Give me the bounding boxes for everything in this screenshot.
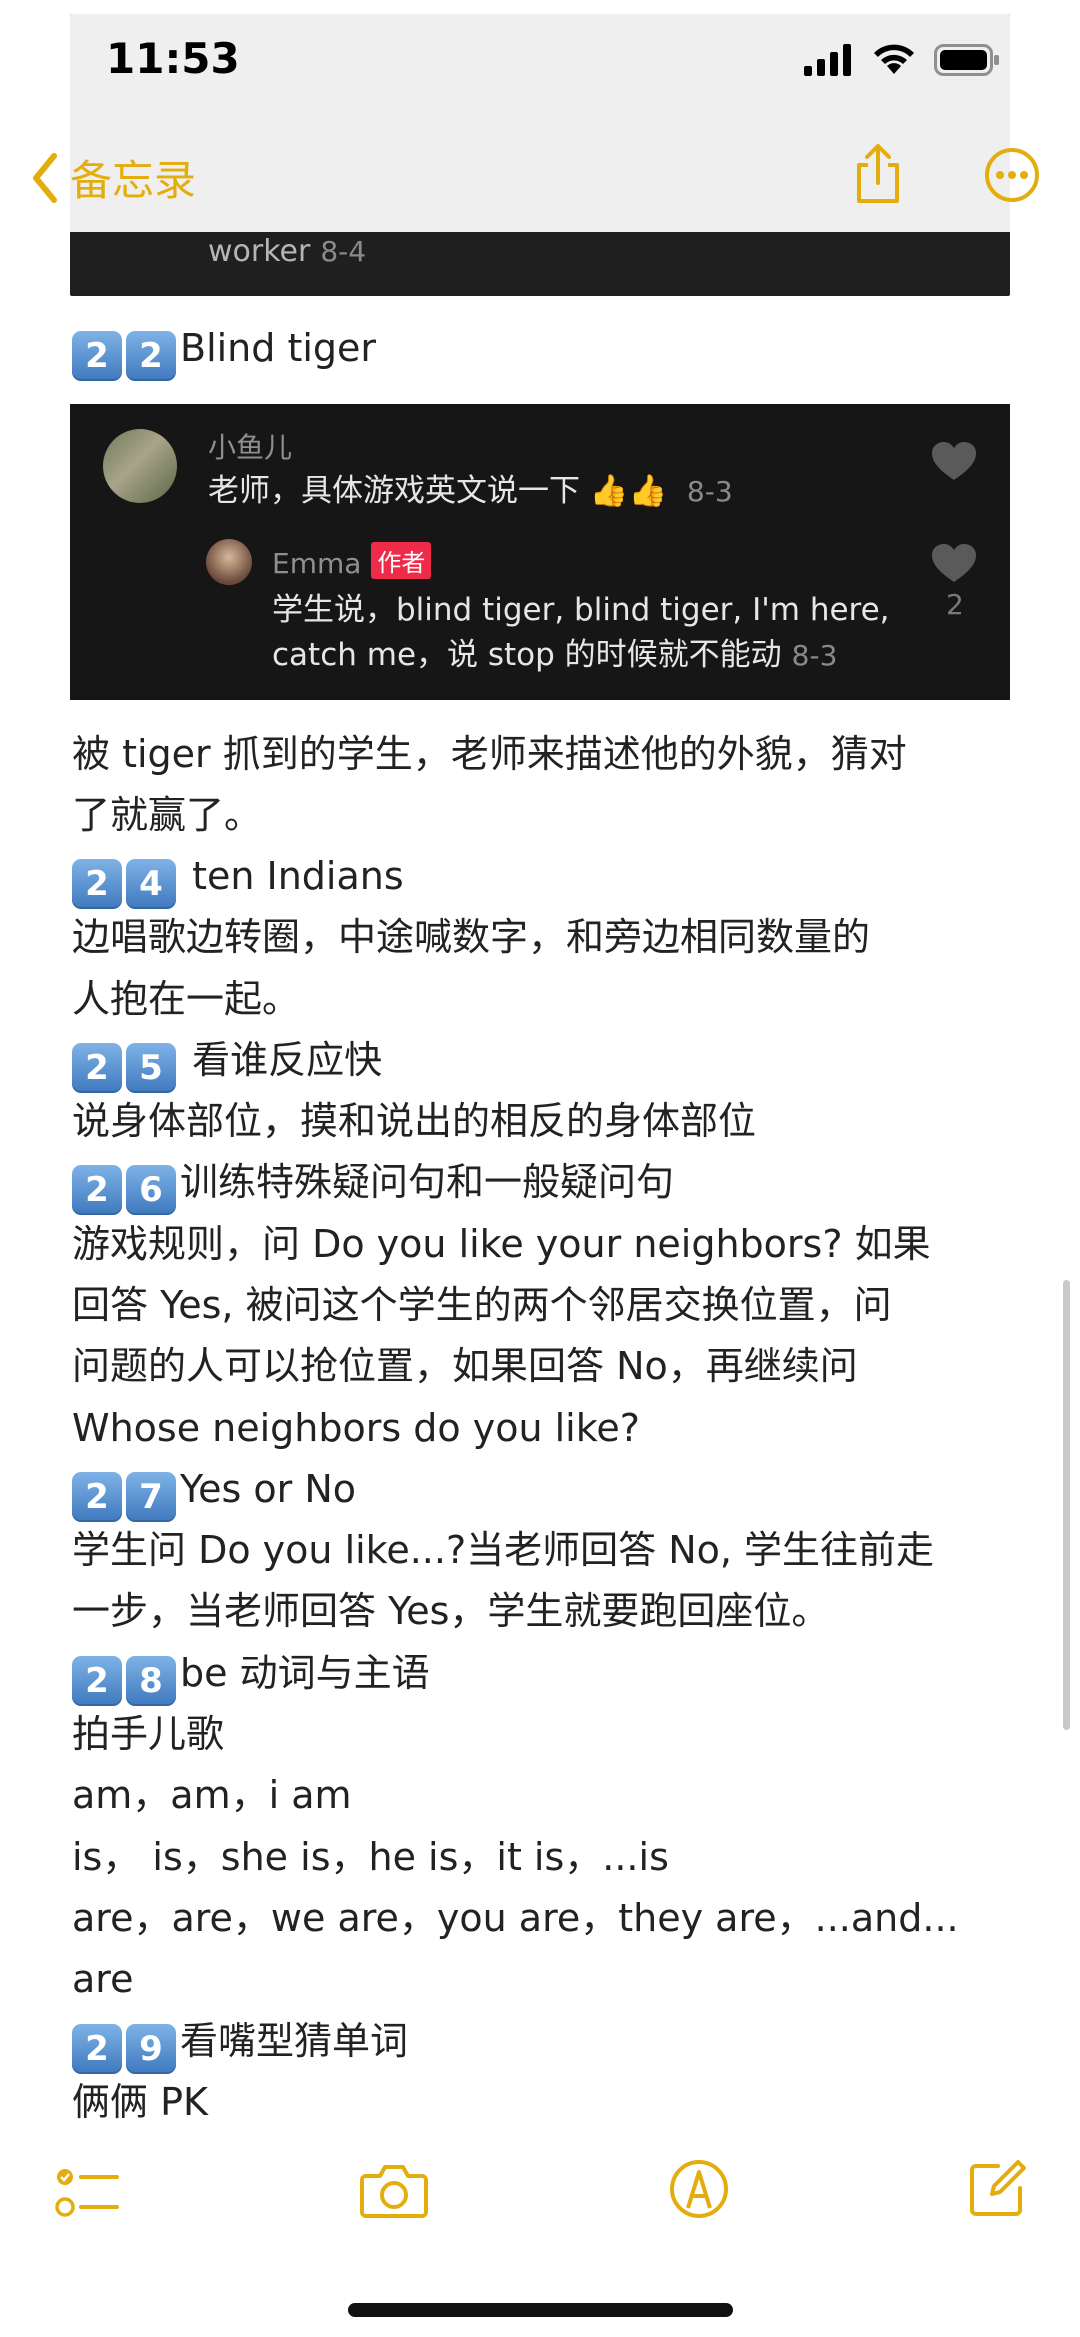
paragraph: 俩俩 PK	[72, 2080, 208, 2124]
paragraph: 回答 Yes, 被问这个学生的两个邻居交换位置，问	[72, 1283, 892, 1327]
heading-26: 2 6 训练特殊疑问句和一般疑问句	[72, 1152, 674, 1215]
heading-text: Blind tiger	[180, 326, 377, 370]
paragraph: 边唱歌边转圈，中途喊数字，和旁边相同数量的	[72, 915, 871, 959]
comment-body: 老师，具体游戏英文说一下	[208, 473, 580, 509]
heart-icon[interactable]	[932, 442, 976, 482]
reply-author-name: Emma	[272, 547, 362, 580]
camera-icon[interactable]	[360, 2162, 428, 2218]
paragraph: 被 tiger 抓到的学生，老师来描述他的外貌，猜对	[72, 732, 907, 776]
status-icons	[804, 44, 1000, 76]
number-badge: 4	[126, 859, 176, 909]
home-indicator[interactable]	[348, 2303, 733, 2317]
heading-28: 2 8 be 动词与主语	[72, 1643, 430, 1706]
heading-22: 2 2 Blind tiger	[72, 318, 376, 381]
chevron-left-icon	[33, 152, 57, 203]
clipped-comment-date: 8-4	[320, 235, 367, 268]
number-badge: 9	[126, 2024, 176, 2074]
share-button[interactable]	[851, 143, 905, 209]
number-badge: 2	[126, 331, 176, 381]
avatar	[103, 429, 177, 503]
heading-25: 25 看谁反应快	[72, 1030, 382, 1093]
markup-icon[interactable]	[668, 2158, 730, 2220]
signal-icon	[804, 44, 851, 76]
heading-text: 看嘴型猜单词	[180, 2019, 409, 2063]
number-badge: 2	[72, 2024, 122, 2074]
paragraph: are，are，we are，you are，they are，...and..…	[72, 1896, 959, 1940]
wifi-icon	[874, 44, 914, 74]
clipped-comment-text: worker 8-4	[208, 234, 366, 269]
battery-icon	[934, 44, 999, 76]
heading-text: Yes or No	[180, 1467, 357, 1511]
paragraph: 了就赢了。	[72, 793, 263, 837]
heading-text: ten Indians	[180, 854, 404, 898]
heading-24: 24 ten Indians	[72, 846, 404, 909]
paragraph: Whose neighbors do you like?	[72, 1406, 640, 1450]
navigation-bar: 备忘录	[0, 125, 1080, 225]
paragraph: 拍手儿歌	[72, 1712, 225, 1756]
number-badge: 2	[72, 859, 122, 909]
number-badge: 2	[72, 1656, 122, 1706]
compose-icon[interactable]	[968, 2158, 1028, 2218]
paragraph: am，am，i am	[72, 1773, 352, 1817]
heart-icon[interactable]	[932, 544, 976, 584]
paragraph: 学生问 Do you like...?当老师回答 No, 学生往前走	[72, 1528, 935, 1572]
number-badge: 7	[126, 1472, 176, 1522]
reply-line-2: catch me，说 stop 的时候就不能动 8-3	[272, 632, 837, 679]
reply-author: Emma 作者	[272, 542, 432, 580]
more-icon	[985, 148, 1039, 202]
more-button[interactable]	[984, 147, 1040, 207]
heading-text: 训练特殊疑问句和一般疑问句	[180, 1160, 675, 1204]
paragraph: are	[72, 1957, 134, 2001]
number-badge: 2	[72, 1165, 122, 1215]
status-time: 11:53	[106, 34, 240, 83]
number-badge: 2	[72, 1472, 122, 1522]
heading-text: be 动词与主语	[180, 1651, 430, 1695]
paragraph: is， is，she is，he is，it is，...is	[72, 1835, 669, 1879]
heading-text: 看谁反应快	[180, 1038, 383, 1082]
author-tag: 作者	[371, 542, 432, 579]
comment-date: 8-3	[686, 475, 733, 508]
paragraph: 游戏规则，问 Do you like your neighbors? 如果	[72, 1222, 931, 1266]
heading-29: 2 9 看嘴型猜单词	[72, 2011, 408, 2074]
like-count: 2	[946, 588, 964, 621]
number-badge: 5	[126, 1043, 176, 1093]
comment-text: 老师，具体游戏英文说一下 👍👍 8-3	[208, 468, 733, 515]
back-button[interactable]: 备忘录	[30, 147, 196, 208]
number-badge: 2	[72, 331, 122, 381]
bottom-toolbar	[0, 2140, 1080, 2270]
number-badge: 6	[126, 1165, 176, 1215]
clipped-comment-word: worker	[208, 234, 311, 269]
reply-line-1: 学生说，blind tiger, blind tiger, I'm here,	[272, 592, 890, 628]
number-badge: 8	[126, 1656, 176, 1706]
checklist-icon[interactable]	[55, 2163, 119, 2223]
avatar	[206, 539, 252, 585]
paragraph: 人抱在一起。	[72, 977, 301, 1021]
paragraph: 问题的人可以抢位置，如果回答 No，再继续问	[72, 1344, 858, 1388]
heading-27: 2 7 Yes or No	[72, 1459, 356, 1522]
number-badge: 2	[72, 1043, 122, 1093]
reply-line-2-text: catch me，说 stop 的时候就不能动	[272, 637, 782, 673]
paragraph: 说身体部位，摸和说出的相反的身体部位	[72, 1099, 757, 1143]
thumbs-up-icon: 👍👍	[589, 473, 668, 509]
reply-date: 8-3	[791, 639, 838, 672]
share-icon	[857, 144, 899, 203]
embedded-comment-screenshot: 小鱼儿 老师，具体游戏英文说一下 👍👍 8-3 Emma 作者 学生说，blind…	[70, 404, 1010, 700]
back-label: 备忘录	[70, 156, 197, 205]
paragraph: 一步，当老师回答 Yes，学生就要跑回座位。	[72, 1589, 830, 1633]
scroll-indicator[interactable]	[1063, 1280, 1070, 1730]
status-bar: 11:53	[70, 0, 1080, 120]
commenter-name: 小鱼儿	[208, 431, 293, 464]
